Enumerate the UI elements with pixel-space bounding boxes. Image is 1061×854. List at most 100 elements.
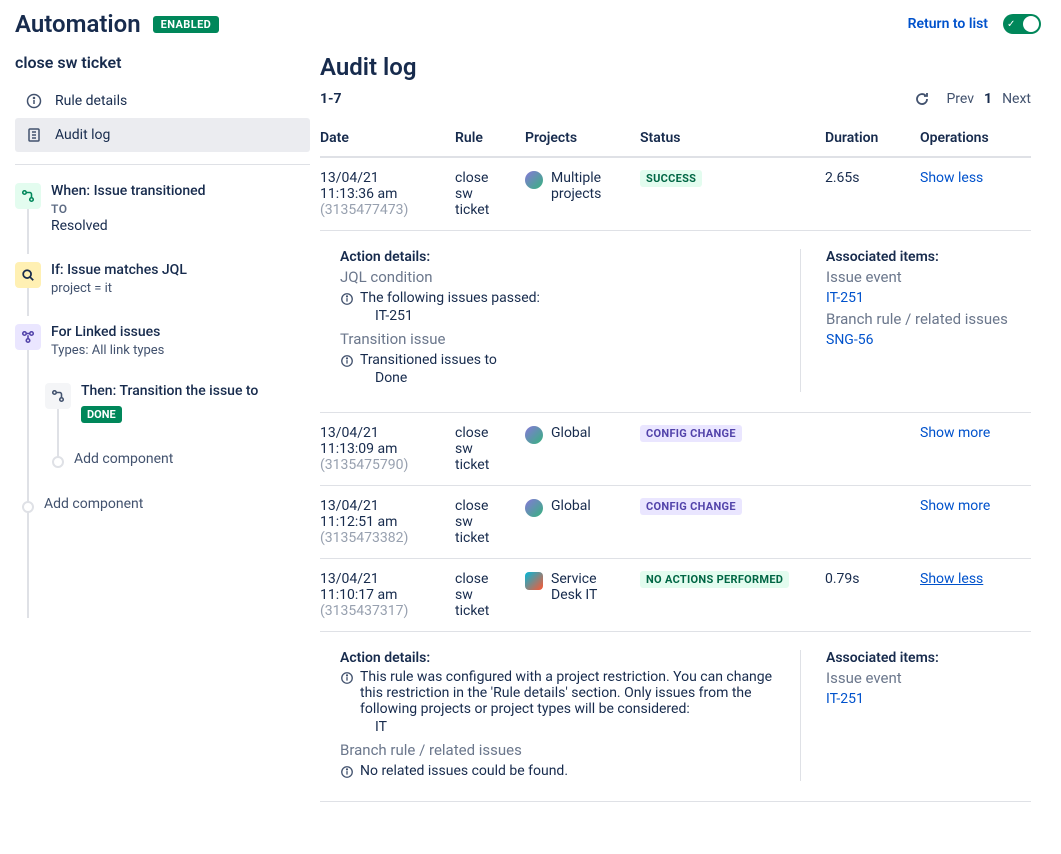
assoc-heading: Issue event (826, 669, 1021, 687)
return-to-list-link[interactable]: Return to list (908, 16, 988, 32)
date-line2: 11:13:09 am (320, 441, 443, 457)
duration-cell: 2.65s (825, 157, 920, 231)
info-value: IT (375, 719, 780, 735)
section-heading: JQL condition (340, 268, 780, 286)
nav-rule-details[interactable]: Rule details (15, 84, 310, 118)
condition-icon (15, 262, 41, 288)
table-row: 13/04/21 11:10:17 am (3135437317) closes… (320, 559, 1031, 632)
col-duration[interactable]: Duration (825, 122, 920, 157)
pager-range: 1-7 (320, 91, 342, 107)
project-icon (525, 426, 543, 444)
nav-audit-log[interactable]: Audit log (15, 118, 310, 152)
col-rule[interactable]: Rule (455, 122, 525, 157)
flow-title: When: Issue transitioned (51, 183, 310, 199)
section-heading: Transition issue (340, 330, 780, 348)
details-row: Action details: This rule was configured … (320, 632, 1031, 802)
content-title: Audit log (320, 53, 1031, 81)
table-row: 13/04/21 11:13:36 am (3135477473) closes… (320, 157, 1031, 231)
col-date[interactable]: Date (320, 122, 455, 157)
rule-cell: closeswticket (455, 571, 513, 619)
pager-page: 1 (984, 91, 992, 107)
associated-items-h: Associated items: (826, 650, 1021, 666)
flow-condition[interactable]: If: Issue matches JQL project = it (15, 262, 310, 296)
project-icon (525, 572, 543, 590)
enable-toggle[interactable]: ✓ (1003, 14, 1041, 34)
assoc-link[interactable]: IT-251 (826, 290, 1021, 306)
action-icon (45, 383, 71, 409)
rule-cell: closeswticket (455, 170, 513, 218)
status-pill: SUCCESS (640, 170, 702, 187)
divider (15, 164, 310, 165)
info-text: This rule was configured with a project … (360, 669, 780, 717)
flow-branch[interactable]: For Linked issues Types: All link types (15, 324, 310, 358)
date-id: (3135437317) (320, 603, 443, 619)
date-line2: 11:10:17 am (320, 587, 443, 603)
empty-node-icon (22, 501, 34, 513)
action-details-h: Action details: (340, 650, 780, 666)
associated-items-h: Associated items: (826, 249, 1021, 265)
date-line2: 11:12:51 am (320, 514, 443, 530)
date-line1: 13/04/21 (320, 425, 443, 441)
connector-line (27, 209, 29, 254)
date-line1: 13/04/21 (320, 498, 443, 514)
details-row: Action details:JQL conditionThe followin… (320, 231, 1031, 413)
date-line1: 13/04/21 (320, 571, 443, 587)
flow-title: If: Issue matches JQL (51, 262, 310, 278)
info-icon (340, 671, 354, 685)
rule-cell: closeswticket (455, 425, 513, 473)
operation-link[interactable]: Show more (920, 498, 990, 514)
status-badge: ENABLED (153, 16, 220, 33)
project-icon (525, 171, 543, 189)
info-value: Done (375, 370, 780, 386)
assoc-heading: Issue event (826, 268, 1021, 286)
flow-value: Types: All link types (51, 343, 310, 358)
col-projects[interactable]: Projects (525, 122, 640, 157)
flow-action[interactable]: Then: Transition the issue to DONE (45, 383, 310, 423)
assoc-link[interactable]: IT-251 (826, 691, 1021, 707)
add-component-outer[interactable]: Add component (15, 496, 310, 513)
project-icon (525, 499, 543, 517)
done-badge: DONE (81, 406, 122, 423)
pager-prev[interactable]: Prev (946, 91, 974, 107)
connector-line (27, 288, 29, 316)
info-icon (340, 354, 354, 368)
log-icon (25, 126, 43, 144)
operation-link[interactable]: Show less (920, 170, 983, 186)
flow-title: Then: Transition the issue to (81, 383, 310, 399)
table-row: 13/04/21 11:12:51 am (3135473382) closes… (320, 486, 1031, 559)
assoc-heading: Branch rule / related issues (826, 310, 1021, 328)
date-id: (3135477473) (320, 202, 443, 218)
operation-link[interactable]: Show more (920, 425, 990, 441)
audit-log-table: Date Rule Projects Status Duration Opera… (320, 122, 1031, 802)
page-title: Automation (15, 10, 141, 38)
refresh-icon[interactable] (914, 91, 930, 107)
nav-label: Rule details (55, 93, 127, 109)
add-component-inner[interactable]: Add component (45, 451, 310, 468)
operation-link[interactable]: Show less (920, 571, 983, 587)
date-line1: 13/04/21 (320, 170, 443, 186)
duration-cell: 0.79s (825, 559, 920, 632)
assoc-link[interactable]: SNG-56 (826, 332, 1021, 348)
date-id: (3135473382) (320, 530, 443, 546)
col-status[interactable]: Status (640, 122, 825, 157)
flow-value: project = it (51, 281, 310, 296)
empty-node-icon (52, 456, 64, 468)
project-name: Multiple projects (551, 170, 628, 202)
pager-next[interactable]: Next (1002, 91, 1031, 107)
action-details-h: Action details: (340, 249, 780, 265)
nav-label: Audit log (55, 127, 110, 143)
info-icon (340, 292, 354, 306)
flow-trigger[interactable]: When: Issue transitioned TO Resolved (15, 183, 310, 234)
rule-name: close sw ticket (15, 53, 310, 72)
col-operations[interactable]: Operations (920, 122, 1031, 157)
info-value: IT-251 (375, 308, 780, 324)
duration-cell (825, 413, 920, 486)
status-pill: CONFIG CHANGE (640, 498, 742, 515)
info-icon (340, 765, 354, 779)
duration-cell (825, 486, 920, 559)
project-name: Global (551, 425, 591, 441)
status-pill: CONFIG CHANGE (640, 425, 742, 442)
rule-cell: closeswticket (455, 498, 513, 546)
project-name: Global (551, 498, 591, 514)
add-label: Add component (74, 451, 310, 468)
